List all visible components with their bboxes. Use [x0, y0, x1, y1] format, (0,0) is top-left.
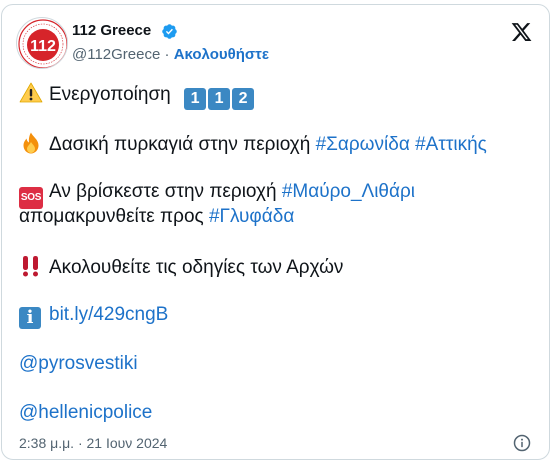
x-logo-icon[interactable]: [510, 21, 533, 43]
tweet-line-mention-hellenicpolice: @hellenicpolice: [19, 401, 152, 425]
fire-icon: [23, 132, 39, 154]
avatar[interactable]: 112: [16, 17, 68, 69]
hashtag-attikis[interactable]: #Αττικής: [415, 134, 487, 155]
keycap-digit-1: 1: [184, 88, 207, 110]
activation-text: Ενεργοποίηση: [49, 84, 171, 105]
tweet-line-activation: Ενεργοποίηση 112: [19, 81, 256, 110]
timestamp[interactable]: 2:38 μ.μ. · 21 Ιουν 2024: [19, 435, 167, 451]
tweet-line-evacuate: απομακρυνθείτε προς #Γλυφάδα: [19, 205, 294, 229]
short-link[interactable]: bit.ly/429cngB: [49, 304, 168, 325]
info-circle-icon[interactable]: [513, 434, 531, 452]
sos-text: Αν βρίσκεστε στην περιοχή: [49, 181, 277, 202]
keycap-digit-1: 1: [208, 88, 231, 110]
instructions-text: Ακολουθείτε τις οδηγίες των Αρχών: [49, 257, 344, 278]
display-name[interactable]: 112 Greece: [72, 22, 151, 39]
avatar-112-logo-icon: 112: [18, 19, 67, 68]
handle-separator: ·: [164, 46, 170, 63]
mention-hellenicpolice[interactable]: @hellenicpolice: [19, 402, 152, 423]
double-exclamation-icon: [23, 256, 38, 277]
keycap-digit-2: 2: [232, 88, 255, 110]
tweet-card: 112 112 Greece @112Greece · Ακολουθήστε …: [1, 4, 550, 460]
tweet-line-link: i bit.ly/429cngB: [19, 303, 168, 329]
verified-badge-icon: [162, 24, 177, 39]
hashtag-glyfada[interactable]: #Γλυφάδα: [209, 206, 294, 227]
svg-text:112: 112: [30, 38, 56, 55]
tweet-line-instructions: Ακολουθείτε τις οδηγίες των Αρχών: [19, 254, 343, 280]
evacuate-text: απομακρυνθείτε προς: [19, 206, 204, 227]
handle-row: @112Greece · Ακολουθήστε: [72, 46, 269, 63]
handle[interactable]: @112Greece: [72, 46, 160, 63]
tweet-line-fire: Δασική πυρκαγιά στην περιοχή #Σαρωνίδα #…: [19, 131, 487, 157]
warning-icon: [19, 82, 43, 103]
hashtag-mavro-lithari[interactable]: #Μαύρο_Λιθάρι: [282, 181, 415, 202]
information-badge-icon: i: [19, 307, 41, 329]
mention-pyrosvestiki[interactable]: @pyrosvestiki: [19, 353, 138, 374]
tweet-line-mention-pyrosvestiki: @pyrosvestiki: [19, 352, 138, 376]
fire-text: Δασική πυρκαγιά στην περιοχή: [49, 134, 311, 155]
hashtag-saronida[interactable]: #Σαρωνίδα: [316, 134, 410, 155]
follow-button[interactable]: Ακολουθήστε: [174, 46, 269, 63]
